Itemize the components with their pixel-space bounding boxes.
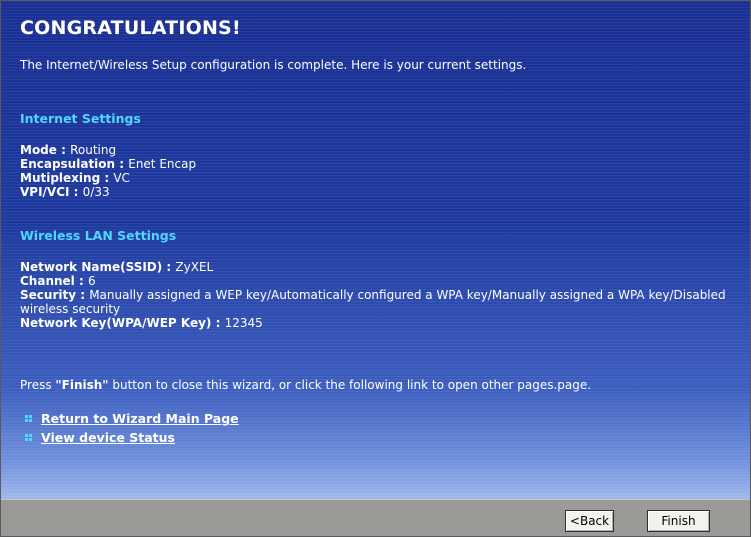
finish-button[interactable]: Finish [647,510,710,532]
multiplexing-value: VC [113,171,130,185]
internet-settings-heading: Internet Settings [20,111,141,126]
page-title: CONGRATULATIONS! [20,17,241,39]
back-button[interactable]: <Back [565,510,614,532]
multiplexing-label: Mutiplexing : [20,171,114,185]
ssid-value: ZyXEL [175,260,214,274]
channel-value: 6 [87,274,96,288]
multiplexing-row: Mutiplexing : VC [20,171,130,185]
security-label: Security : [20,288,90,302]
wireless-settings-heading: Wireless LAN Settings [20,228,177,243]
finish-instructions: Press "Finish" button to close this wiza… [20,378,591,392]
encapsulation-value: Enet Encap [128,157,197,171]
finish-instructions-button-word: "Finish" [55,378,109,392]
channel-label: Channel : [20,274,88,288]
security-row: Security : Manually assigned a WEP key/A… [20,288,750,316]
network-key-label: Network Key(WPA/WEP Key) : [20,316,225,330]
vpi-vci-label: VPI/VCI : [20,185,83,199]
finish-instructions-suffix: button to close this wizard, or click th… [108,378,592,392]
intro-text: The Internet/Wireless Setup configuratio… [20,58,527,72]
network-key-row: Network Key(WPA/WEP Key) : 12345 [20,316,263,330]
return-to-wizard-main-link[interactable]: Return to Wizard Main Page [41,411,239,426]
channel-row: Channel : 6 [20,274,96,288]
view-device-status-link[interactable]: View device Status [41,430,175,445]
mode-row: Mode : Routing [20,143,116,157]
mode-label: Mode : [20,143,71,157]
button-bar [1,499,750,536]
device-status-link-row: View device Status [25,430,175,445]
security-value: Manually assigned a WEP key/Automaticall… [20,288,726,316]
bullet-icon [25,415,32,422]
vpi-vci-value: 0/33 [82,185,110,199]
ssid-row: Network Name(SSID) : ZyXEL [20,260,213,274]
vpi-vci-row: VPI/VCI : 0/33 [20,185,110,199]
finish-instructions-prefix: Press [20,378,56,392]
ssid-label: Network Name(SSID) : [20,260,176,274]
wizard-content: CONGRATULATIONS! The Internet/Wireless S… [1,1,750,499]
wizard-main-link-row: Return to Wizard Main Page [25,411,239,426]
network-key-value: 12345 [224,316,263,330]
bullet-icon [25,434,32,441]
mode-value: Routing [70,143,117,157]
wizard-frame: CONGRATULATIONS! The Internet/Wireless S… [0,0,751,537]
encapsulation-row: Encapsulation : Enet Encap [20,157,196,171]
encapsulation-label: Encapsulation : [20,157,129,171]
